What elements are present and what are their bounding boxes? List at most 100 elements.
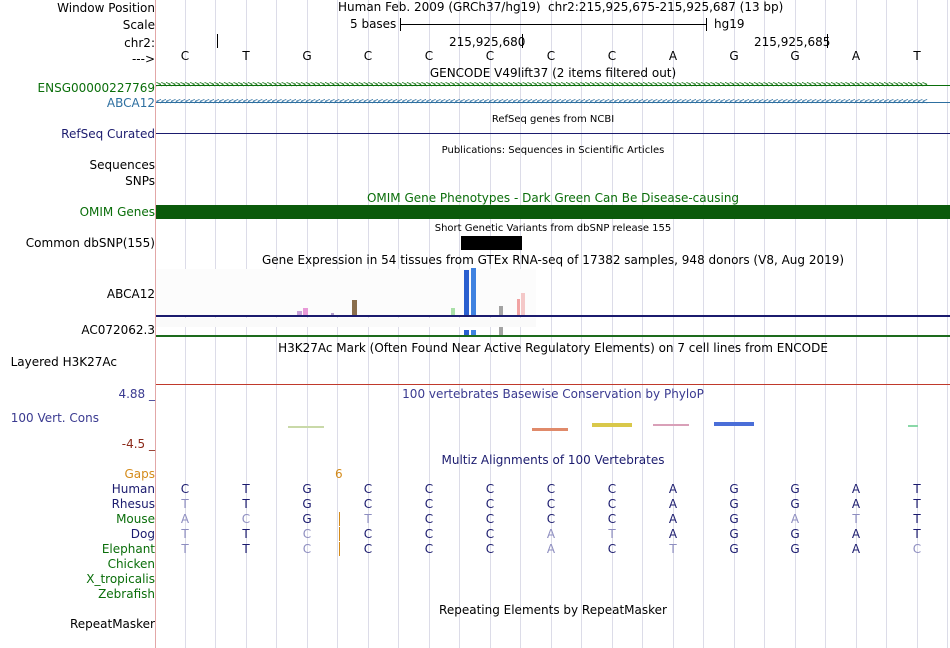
repeatmasker-track-title: Repeating Elements by RepeatMasker (439, 603, 667, 617)
omim-gene-bar[interactable] (156, 205, 950, 219)
alignment-base: A (851, 542, 861, 556)
track-image-area[interactable]: Human Feb. 2009 (GRCh37/hg19) chr2:215,9… (156, 0, 950, 648)
gtex-baseline (156, 315, 950, 317)
label-species-dog: Dog (130, 527, 155, 541)
alignment-base: A (668, 497, 678, 511)
alignment-base: C (302, 542, 312, 556)
alignment-base: G (302, 482, 312, 496)
label-omim-genes[interactable]: OMIM Genes (80, 205, 155, 219)
alignment-base: T (364, 512, 372, 526)
alignment-base: G (729, 542, 739, 556)
gtex-bar[interactable] (499, 306, 503, 315)
alignment-base: A (790, 512, 800, 526)
gtex-track-title: Gene Expression in 54 tissues from GTEx … (261, 253, 845, 267)
gtex-bar[interactable] (471, 268, 476, 315)
ruler-tick (522, 34, 523, 48)
alignment-base: C (607, 482, 617, 496)
label-sequences[interactable]: Sequences (90, 158, 155, 172)
alignment-base: C (363, 497, 373, 511)
gtex-bar[interactable] (303, 308, 308, 315)
label-refseq-curated[interactable]: RefSeq Curated (61, 127, 155, 141)
alignment-base: T (669, 542, 677, 556)
gtex-bar[interactable] (521, 293, 525, 315)
alignment-base: A (851, 497, 861, 511)
ruler-tick (827, 34, 828, 48)
label-gene-abca12[interactable]: ABCA12 (107, 96, 155, 110)
gaps-value: 6 (335, 467, 343, 481)
alignment-base: C (363, 527, 373, 541)
alignment-base: A (180, 512, 190, 526)
alignment-base: T (181, 527, 189, 541)
phylop-signal (653, 424, 689, 426)
alignment-base: A (851, 482, 861, 496)
alignment-base: C (485, 512, 495, 526)
phylop-track-title: 100 vertebrates Basewise Conservation by… (402, 387, 704, 401)
scale-bar (400, 24, 706, 25)
dbsnp-variant[interactable] (461, 236, 522, 250)
reference-base: T (913, 49, 921, 63)
alignment-base: T (181, 497, 189, 511)
omim-track-title: OMIM Gene Phenotypes - Dark Green Can Be… (366, 191, 740, 205)
alignment-base: T (913, 527, 921, 541)
label-layered-h3k27ac[interactable]: Layered H3K27Ac (11, 355, 117, 369)
alignment-base: A (851, 527, 861, 541)
gtex-bar[interactable] (517, 299, 520, 315)
label-gtex-abca12[interactable]: ABCA12 (107, 287, 155, 301)
label-gene-ensg[interactable]: ENSG00000227769 (38, 81, 155, 95)
gtex-bar[interactable] (451, 308, 455, 315)
label-chrom: chr2: (124, 36, 155, 50)
alignment-base: C (546, 512, 556, 526)
alignment-base: G (790, 527, 800, 541)
label-species-rhesus: Rhesus (111, 497, 155, 511)
gap-marker (339, 542, 340, 556)
assembly-label: Human Feb. 2009 (GRCh37/hg19) (338, 0, 541, 14)
label-gaps: Gaps (124, 467, 155, 481)
alignment-base: C (607, 542, 617, 556)
reference-base: C (424, 49, 434, 63)
alignment-base: C (546, 497, 556, 511)
alignment-base: T (608, 527, 616, 541)
label-species-zebrafish: Zebrafish (98, 587, 155, 601)
alignment-base: G (729, 482, 739, 496)
phylop-signal (288, 426, 324, 428)
scale-bar-right-tick (706, 18, 707, 31)
refseq-track-title: RefSeq genes from NCBI (491, 114, 615, 125)
label-repeatmasker[interactable]: RepeatMasker (70, 617, 155, 631)
track-label-column: Window Position Scale chr2: ---> ENSG000… (0, 0, 155, 648)
reference-base: C (363, 49, 373, 63)
alignment-base: C (424, 542, 434, 556)
gene-ensg-line (156, 85, 950, 86)
position-label: chr2:215,925,675-215,925,687 (13 bp) (548, 0, 784, 14)
label-gtex-ac072062[interactable]: AC072062.3 (81, 323, 155, 337)
alignment-base: T (242, 497, 250, 511)
gtex-bar[interactable] (352, 300, 357, 315)
label-species-elephant: Elephant (101, 542, 155, 556)
publications-track-title: Publications: Sequences in Scientific Ar… (441, 145, 665, 156)
phylop-signal (714, 422, 754, 426)
reference-base: A (851, 49, 861, 63)
label-100-vert-cons[interactable]: 100 Vert. Cons (11, 411, 99, 425)
dbsnp-track-title: Short Genetic Variants from dbSNP releas… (434, 223, 672, 234)
label-common-dbsnp[interactable]: Common dbSNP(155) (26, 236, 155, 250)
alignment-base: G (302, 497, 312, 511)
alignment-base: C (363, 542, 373, 556)
reference-base: G (790, 49, 800, 63)
alignment-base: C (607, 512, 617, 526)
scale-bar-left-tick (400, 18, 401, 31)
label-strand[interactable]: ---> (132, 52, 155, 66)
ruler-coord-2: 215,925,685 (754, 35, 831, 49)
multiz-track-title: Multiz Alignments of 100 Vertebrates (441, 453, 665, 467)
alignment-base: A (546, 542, 556, 556)
gtex-plot-area-2 (156, 318, 536, 327)
reference-base: C (485, 49, 495, 63)
gtex-bar[interactable] (499, 327, 503, 335)
alignment-base: T (852, 512, 860, 526)
gtex-bar[interactable] (464, 270, 469, 315)
label-snps[interactable]: SNPs (125, 174, 155, 188)
phylop-signal (532, 428, 568, 431)
alignment-base: G (790, 542, 800, 556)
label-window-position: Window Position (57, 1, 155, 15)
reference-base: C (180, 49, 190, 63)
refseq-gene-line[interactable] (156, 133, 950, 134)
phylop-signal (592, 423, 632, 427)
